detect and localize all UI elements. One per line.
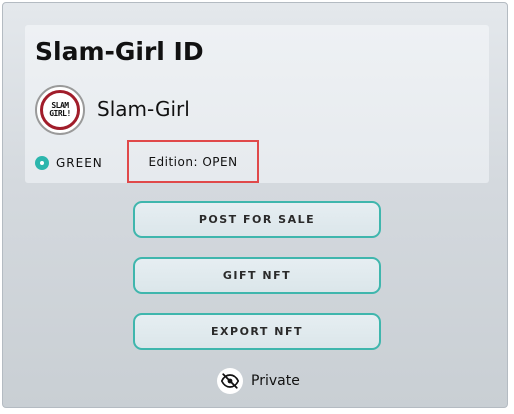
username: Slam-Girl: [97, 97, 190, 121]
edition-highlight: Edition: OPEN: [127, 140, 259, 183]
privacy-toggle[interactable]: Private: [217, 367, 300, 395]
edition-label: Edition: OPEN: [148, 154, 238, 169]
gift-nft-button[interactable]: GIFT NFT: [133, 257, 381, 294]
card-title: Slam-Girl ID: [35, 37, 204, 66]
status-label: GREEN: [56, 156, 103, 170]
post-for-sale-button[interactable]: POST FOR SALE: [133, 201, 381, 238]
header-panel: Slam-Girl ID SLAM GIRL! Slam-Girl GREEN …: [25, 25, 489, 183]
nft-card: Slam-Girl ID SLAM GIRL! Slam-Girl GREEN …: [2, 2, 508, 408]
private-label: Private: [251, 373, 300, 389]
avatar-line-2: GIRL!: [49, 109, 71, 118]
eye-off-icon[interactable]: [217, 368, 243, 394]
slam-girl-logo-icon: SLAM GIRL!: [40, 90, 80, 130]
avatar: SLAM GIRL!: [35, 85, 85, 135]
export-nft-button[interactable]: EXPORT NFT: [133, 313, 381, 350]
status-dot-icon: [35, 156, 49, 170]
